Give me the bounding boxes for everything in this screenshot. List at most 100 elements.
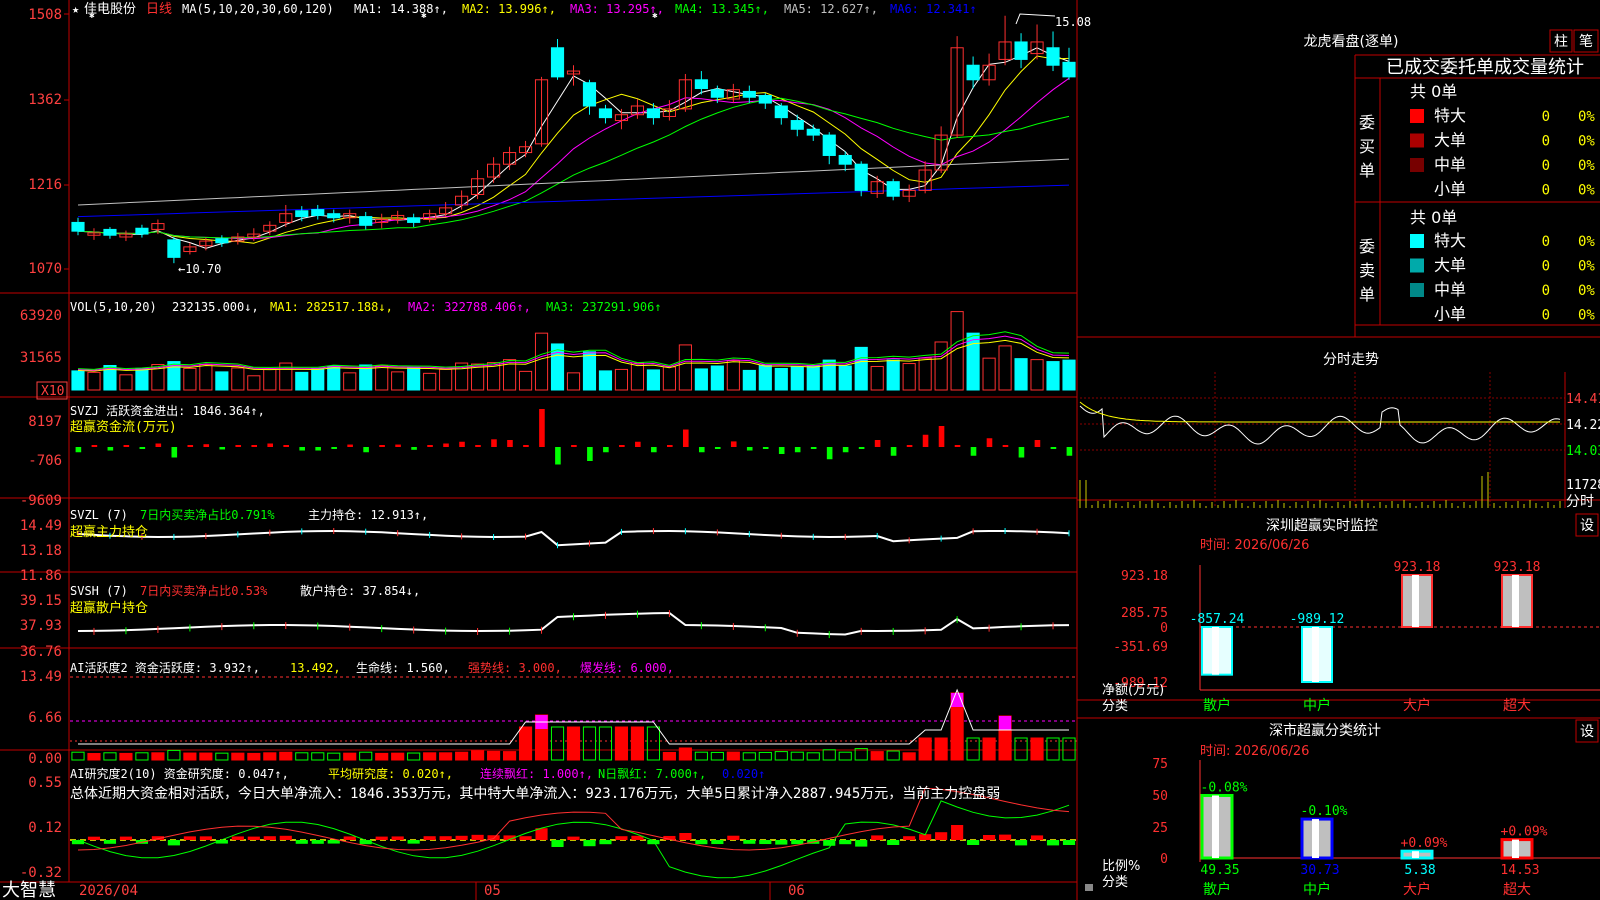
zhu-button-label: 柱	[1554, 34, 1568, 50]
volume-bar[interactable]	[199, 364, 213, 391]
volume-bar[interactable]	[758, 364, 772, 391]
candle-body[interactable]	[359, 216, 373, 226]
candle-body[interactable]	[966, 64, 980, 81]
volume-bar[interactable]	[694, 368, 708, 391]
volume-bar[interactable]	[582, 351, 597, 391]
candle-body[interactable]	[822, 134, 836, 156]
volume-bar[interactable]	[183, 367, 197, 391]
volume-bar[interactable]	[343, 372, 357, 391]
volume-bar[interactable]	[295, 371, 309, 391]
avg-price-line	[1079, 401, 1560, 423]
volume-bar[interactable]	[311, 367, 325, 391]
research-bar	[471, 834, 484, 840]
svzl-panel[interactable]	[77, 528, 1070, 549]
volume-bar[interactable]	[838, 365, 852, 391]
candle-body[interactable]	[598, 108, 613, 119]
volume-bar[interactable]	[1046, 361, 1060, 391]
volume-bar[interactable]	[518, 370, 533, 391]
candle-body[interactable]	[135, 227, 149, 235]
volume-bar[interactable]	[630, 362, 645, 391]
candle-body[interactable]	[407, 217, 421, 223]
candle-body[interactable]	[71, 221, 85, 232]
volume-bar[interactable]	[327, 365, 341, 391]
volume-bar[interactable]	[135, 367, 149, 391]
candle-body[interactable]	[215, 238, 229, 244]
candle-body[interactable]	[295, 210, 309, 218]
candle-body[interactable]	[311, 209, 325, 216]
volume-bar[interactable]	[854, 346, 868, 391]
volume-bar[interactable]	[662, 366, 676, 391]
volume-bar[interactable]	[870, 365, 884, 391]
volume-bar[interactable]	[566, 372, 581, 391]
svsh-panel[interactable]	[77, 610, 1070, 639]
candle-body[interactable]	[806, 128, 820, 136]
bar-highlight	[1512, 575, 1519, 627]
candle-body[interactable]	[790, 120, 804, 130]
volume-panel[interactable]	[71, 311, 1076, 391]
candle-body[interactable]	[710, 89, 724, 98]
order-count: 0	[1542, 259, 1550, 275]
candle-body[interactable]	[167, 239, 181, 258]
candle-body[interactable]	[646, 108, 660, 119]
volume-bar[interactable]	[87, 371, 101, 391]
fund-flow-bar	[986, 438, 993, 447]
volume-bar[interactable]	[790, 366, 804, 391]
volume-bar[interactable]	[231, 367, 245, 391]
volume-bar[interactable]	[1014, 358, 1028, 391]
favorite-star-icon[interactable]: ★	[72, 2, 79, 16]
volume-bar[interactable]	[806, 365, 820, 391]
kline-panel[interactable]: ✱ ✱ ✱	[71, 11, 1076, 264]
order-tabs[interactable]: 已成交委托单成交量统计	[1386, 57, 1584, 78]
volume-bar[interactable]	[1030, 359, 1044, 391]
volume-bar[interactable]	[598, 370, 613, 391]
intraday-chart[interactable]	[1079, 372, 1566, 508]
candle-body[interactable]	[838, 154, 852, 165]
fund-flow-bar	[379, 445, 385, 447]
order-pct: 0%	[1578, 134, 1595, 150]
volume-bar[interactable]	[1062, 359, 1076, 391]
volume-bar[interactable]	[710, 365, 724, 391]
candle-body[interactable]	[886, 181, 900, 197]
activity-bar	[838, 751, 852, 761]
candle-body[interactable]	[1062, 61, 1076, 78]
volume-bar[interactable]	[407, 366, 421, 391]
candle-body[interactable]	[550, 47, 565, 78]
volume-bar[interactable]	[998, 345, 1012, 391]
volume-bar[interactable]	[918, 357, 932, 391]
candle-body[interactable]	[854, 163, 868, 191]
volume-bar[interactable]	[71, 370, 85, 391]
volume-bar[interactable]	[742, 369, 756, 391]
volume-bar[interactable]	[247, 375, 261, 391]
candle-body[interactable]	[694, 79, 708, 90]
volume-bar[interactable]	[902, 363, 916, 391]
volume-bar[interactable]	[726, 360, 740, 391]
candle-body[interactable]	[774, 105, 788, 119]
candle-body[interactable]	[1014, 41, 1028, 60]
candle-body[interactable]	[103, 228, 117, 236]
volume-bar[interactable]	[774, 367, 788, 391]
candle-body[interactable]	[758, 95, 772, 104]
volume-bar[interactable]	[886, 359, 900, 391]
lock-icon[interactable]	[1085, 884, 1093, 891]
volume-bar[interactable]	[215, 371, 229, 391]
volume-bar[interactable]	[614, 368, 629, 391]
ai-activity-panel[interactable]	[70, 676, 1077, 761]
period-label[interactable]: 日线	[146, 2, 172, 17]
volume-bar[interactable]	[646, 369, 660, 391]
candle-body[interactable]	[582, 82, 597, 107]
volume-bar[interactable]	[391, 371, 405, 391]
volume-bar[interactable]	[678, 344, 692, 391]
volume-bar[interactable]	[375, 365, 389, 391]
volume-bar[interactable]	[934, 341, 948, 391]
volume-bar[interactable]	[263, 368, 277, 391]
volume-bar[interactable]	[982, 357, 996, 391]
volume-bar[interactable]	[119, 374, 133, 391]
volume-bar[interactable]	[423, 372, 437, 391]
activity-bar	[566, 726, 581, 761]
axis-tick: 39.15	[20, 593, 62, 609]
volume-bar[interactable]	[439, 368, 453, 391]
candle-body[interactable]	[742, 90, 756, 98]
volume-bar[interactable]	[534, 332, 549, 391]
candle-body[interactable]	[1046, 47, 1060, 66]
candle-body[interactable]	[327, 213, 341, 219]
